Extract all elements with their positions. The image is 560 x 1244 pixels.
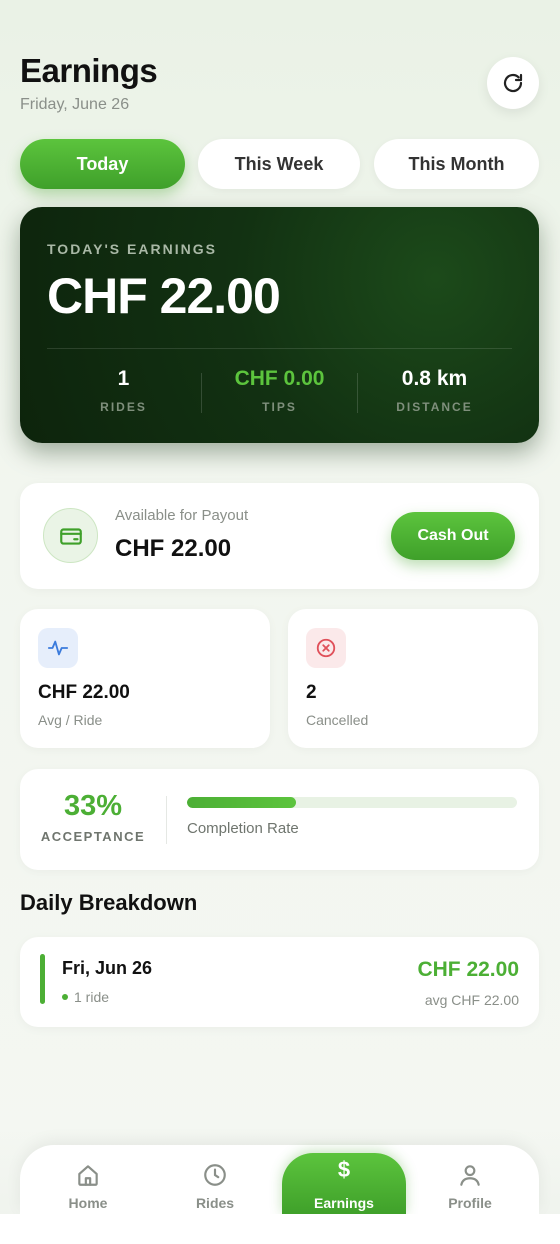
completion-progress-fill (187, 797, 296, 808)
stat-tips: CHF 0.00 TIPS (202, 367, 357, 414)
page-header: Earnings Friday, June 26 (20, 52, 158, 114)
stat-rides-label: RIDES (100, 400, 147, 414)
nav-home[interactable]: Home (26, 1145, 150, 1214)
tab-this-week[interactable]: This Week (198, 139, 360, 189)
earnings-summary-card: TODAY'S EARNINGS CHF 22.00 1 RIDES CHF 0… (20, 207, 539, 443)
avg-ride-card: CHF 22.00 Avg / Ride (20, 609, 270, 748)
cash-out-button[interactable]: Cash Out (391, 512, 515, 560)
nav-rides[interactable]: Rides (153, 1145, 277, 1214)
stat-tips-value: CHF 0.00 (234, 367, 325, 390)
stat-rides: 1 RIDES (46, 367, 201, 414)
payout-amount: CHF 22.00 (115, 535, 232, 562)
wallet-icon (43, 508, 98, 563)
tab-today[interactable]: Today (20, 139, 185, 189)
nav-profile[interactable]: Profile (408, 1145, 532, 1214)
nav-profile-label: Profile (448, 1195, 492, 1211)
daily-date: Fri, Jun 26 (62, 958, 153, 978)
ride-dot-icon (62, 994, 68, 1000)
refresh-icon (503, 73, 523, 93)
daily-rides-text: 1 ride (74, 989, 110, 1005)
period-tabs: Today This Week This Month (20, 139, 539, 191)
avg-ride-value: CHF 22.00 (38, 682, 130, 703)
acceptance-percent: 33% (63, 790, 123, 822)
daily-breakdown-item[interactable]: Fri, Jun 26 1 ride CHF 22.00 avg CHF 22.… (20, 937, 539, 1027)
nav-rides-label: Rides (195, 1195, 235, 1211)
acceptance-separator (166, 796, 167, 844)
stat-rides-value: 1 (117, 367, 130, 390)
stat-distance-value: 0.8 km (401, 367, 468, 390)
tab-this-month[interactable]: This Month (374, 139, 539, 189)
daily-accent-bar (40, 954, 45, 1004)
nav-home-label: Home (68, 1195, 108, 1211)
acceptance-card: 33% ACCEPTANCE Completion Rate (20, 769, 539, 870)
nav-earnings-label: Earnings (314, 1195, 374, 1211)
clock-icon (204, 1164, 226, 1186)
daily-avg: avg CHF 22.00 (424, 992, 519, 1008)
daily-rides: 1 ride (62, 989, 109, 1005)
summary-divider (47, 348, 512, 349)
cancelled-value: 2 (306, 682, 317, 703)
payout-card: Available for Payout CHF 22.00 Cash Out (20, 483, 539, 589)
page-date: Friday, June 26 (20, 96, 130, 113)
page-title: Earnings (20, 52, 158, 89)
bottom-safe-area (0, 1214, 560, 1244)
completion-progress-bar (187, 797, 517, 808)
summary-amount: CHF 22.00 (47, 268, 281, 324)
cancelled-card: 2 Cancelled (288, 609, 538, 748)
activity-icon (38, 628, 78, 668)
nav-earnings[interactable]: $ Earnings (282, 1153, 406, 1215)
stat-distance-label: DISTANCE (396, 400, 473, 414)
daily-breakdown-title: Daily Breakdown (20, 890, 198, 915)
daily-amount: CHF 22.00 (417, 958, 519, 981)
payout-label: Available for Payout (115, 507, 249, 524)
cancel-circle-icon (306, 628, 346, 668)
refresh-button[interactable] (487, 57, 539, 109)
completion-caption: Completion Rate (187, 820, 299, 837)
cancelled-label: Cancelled (306, 712, 369, 728)
stat-distance: 0.8 km DISTANCE (357, 367, 512, 414)
stat-tips-label: TIPS (262, 400, 297, 414)
user-icon (460, 1165, 480, 1186)
bottom-navigation: Home Rides $ Earnings Profile (20, 1145, 539, 1215)
home-icon (78, 1165, 98, 1186)
dollar-icon: $ (337, 1157, 351, 1182)
summary-label: TODAY'S EARNINGS (47, 241, 217, 257)
acceptance-label: ACCEPTANCE (40, 829, 146, 844)
avg-ride-label: Avg / Ride (38, 712, 103, 728)
